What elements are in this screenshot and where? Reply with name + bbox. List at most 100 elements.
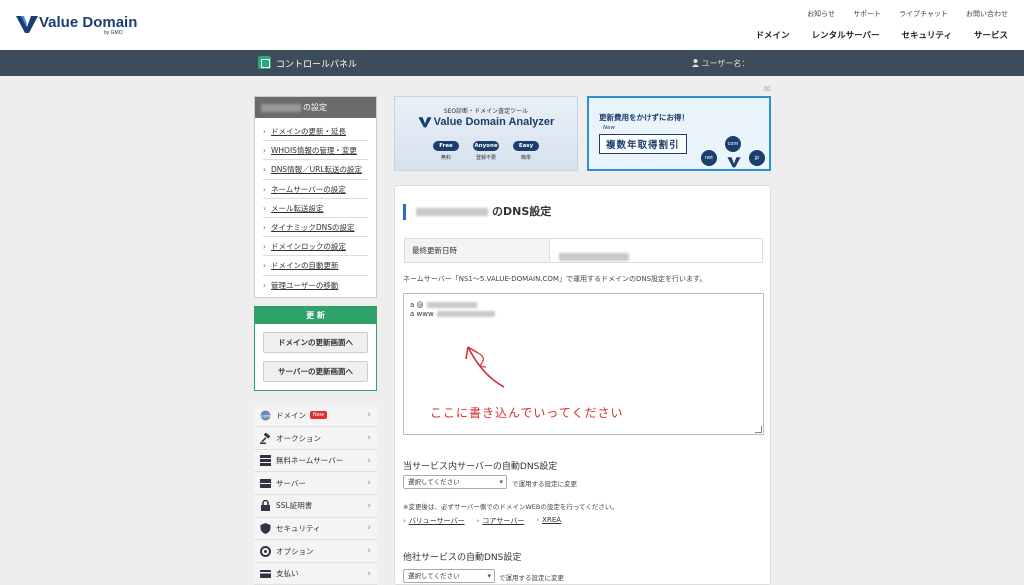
value-domain-logo-icon — [16, 16, 38, 33]
feature-anyone: Anyone 登録不要 — [473, 141, 499, 161]
dns-description: ネームサーバー「NS1～5.VALUE-DOMAIN.COM」で運用するドメイン… — [403, 275, 707, 283]
service-nav-security[interactable]: セキュリティ › — [254, 517, 377, 541]
site-header: Value Domain by GMO お知らせ サポート ライブチャット お問… — [0, 0, 1024, 50]
resize-grip-icon[interactable] — [755, 426, 762, 433]
dns-records-textarea[interactable]: a @ a www ここに書き込んでいってください — [403, 293, 764, 435]
domain-icon: com — [260, 410, 271, 421]
logo[interactable]: Value Domain by GMO — [16, 14, 137, 36]
util-link-live-chat[interactable]: ライブチャット — [899, 9, 948, 19]
link-value-server[interactable]: › バリューサーバー — [403, 516, 465, 526]
auto-dns-select[interactable]: 選択してください — [403, 475, 507, 489]
discount-banner-badge: 複数年取得割引 — [599, 134, 687, 154]
user-label-text: ユーザー名： — [701, 59, 750, 68]
link-domain-renewal[interactable]: ドメインの更新・延長 — [263, 122, 368, 142]
link-xrea[interactable]: › XREA — [536, 516, 561, 526]
value-domain-logo-icon — [727, 157, 741, 168]
card-icon — [260, 568, 271, 579]
gavel-icon — [260, 432, 271, 444]
link-text: バリューサーバー — [408, 517, 465, 525]
service-nav-domain[interactable]: com ドメイン New › — [254, 404, 377, 428]
change-note: ※変更後は、必ずサーバー側でのドメインWEBの設定を行ってください。 — [403, 503, 618, 511]
link-auto-renew[interactable]: ドメインの自動更新 — [263, 256, 368, 276]
update-box: 更 新 ドメインの更新画面へ サーバーの更新画面へ — [254, 305, 377, 391]
link-text: XREA — [542, 516, 562, 524]
arrow-icon: › — [403, 517, 406, 525]
link-core-server[interactable]: › コアサーバー — [477, 516, 525, 526]
feature-sub: 登録不要 — [475, 155, 496, 161]
handwritten-arrow-icon — [465, 346, 505, 388]
main-nav: ドメイン レンタルサーバー セキュリティ サービス — [756, 29, 1008, 41]
server-update-button[interactable]: サーバーの更新画面へ — [263, 360, 368, 382]
chevron-right-icon: › — [367, 568, 371, 579]
service-nav-server[interactable]: サーバー › — [254, 472, 377, 496]
control-panel-icon — [258, 56, 271, 69]
analyzer-banner-title: Value Domain Analyzer — [395, 116, 577, 128]
analyzer-banner[interactable]: SEO診断・ドメイン査定ツール Value Domain Analyzer Fr… — [394, 96, 578, 171]
discount-banner-line1: 更新費用をかけずにお得！ — [599, 113, 689, 122]
link-move-user[interactable]: 管理ユーザーの移動 — [263, 276, 368, 295]
other-dns-apply-label: で運用する設定に変更 — [499, 574, 564, 582]
domain-settings-links: ドメインの更新・延長 WHOIS情報の管理・変更 DNS情報／URL転送の設定 … — [255, 118, 376, 297]
service-nav-label: サーバー — [276, 478, 306, 488]
link-whois[interactable]: WHOIS情報の管理・変更 — [263, 141, 368, 161]
nav-security[interactable]: セキュリティ — [901, 29, 952, 41]
feature-pill: Anyone — [473, 141, 499, 151]
other-dns-title: 他社サービスの自動DNS設定 — [403, 553, 522, 563]
page-title: のDNS設定 — [403, 204, 551, 220]
service-nav-free-nameserver[interactable]: 無料ネームサーバー › — [254, 449, 377, 473]
util-link-news[interactable]: お知らせ — [807, 9, 835, 19]
util-link-support[interactable]: サポート — [853, 9, 881, 19]
link-mail-forward[interactable]: メール転送設定 — [263, 199, 368, 218]
util-link-contact[interactable]: お問い合わせ — [966, 9, 1008, 19]
dns-record-line: a www — [410, 309, 757, 318]
tld-circle-com: com — [725, 136, 741, 152]
analyzer-title-text: Value Domain Analyzer — [433, 116, 555, 128]
link-domain-lock[interactable]: ドメインロックの設定 — [263, 237, 368, 257]
service-nav-label: オークション — [276, 433, 321, 443]
link-dns-url-forward[interactable]: DNS情報／URL転送の設定 — [263, 160, 368, 180]
dns-settings-panel: のDNS設定 最終更新日時 ネームサーバー「NS1～5.VALUE-DOMAIN… — [394, 185, 771, 585]
nav-rental-server[interactable]: レンタルサーバー — [812, 29, 880, 41]
lock-icon — [260, 500, 271, 512]
logo-sub: by GMO — [104, 30, 123, 36]
nav-services[interactable]: サービス — [974, 29, 1008, 41]
other-dns-select[interactable]: 選択してください — [403, 569, 495, 583]
service-nav-label: セキュリティ — [276, 523, 321, 533]
close-icon[interactable]: ☒ — [764, 85, 770, 93]
update-title: 更 新 — [255, 306, 376, 324]
chevron-right-icon: › — [367, 478, 371, 489]
service-nav-payment[interactable]: 支払い › — [254, 562, 377, 585]
redacted-domain — [261, 103, 301, 112]
service-nav-ssl[interactable]: SSL証明書 › — [254, 495, 377, 518]
feature-sub: 無料 — [440, 155, 451, 161]
link-dynamic-dns[interactable]: ダイナミックDNSの設定 — [263, 218, 368, 238]
control-panel-bar: コントロールパネル ユーザー名： — [0, 50, 1024, 76]
multi-year-discount-banner[interactable]: 更新費用をかけずにお得！ New 複数年取得割引 com net jp — [587, 96, 771, 171]
redacted-domain — [416, 208, 488, 216]
tld-circle-jp: jp — [749, 150, 765, 166]
tld-circle-net: net — [701, 150, 717, 166]
service-nav-label: 無料ネームサーバー — [276, 456, 344, 466]
feature-free: Free 無料 — [433, 141, 459, 161]
analyzer-features: Free 無料 Anyone 登録不要 Easy 簡単 — [395, 141, 577, 161]
chevron-right-icon: › — [367, 455, 371, 466]
arrow-icon: › — [536, 516, 540, 524]
service-nav-label: SSL証明書 — [276, 501, 313, 511]
service-nav-label: ドメイン — [276, 410, 306, 420]
svg-text:com: com — [261, 414, 271, 419]
dns-record-line: a @ — [410, 300, 757, 309]
feature-pill: Free — [433, 141, 459, 151]
discount-banner-new: New — [603, 125, 615, 131]
control-panel-title[interactable]: コントロールパネル — [276, 57, 357, 70]
service-nav-option[interactable]: オプション › — [254, 540, 377, 563]
server-icon — [260, 478, 271, 489]
redacted-ip — [436, 310, 495, 317]
redacted-ip — [426, 301, 477, 308]
service-nav-auction[interactable]: オークション › — [254, 427, 377, 450]
last-updated-row: 最終更新日時 — [404, 238, 763, 263]
service-nav: com ドメイン New › オークション › 無料ネームサーバー › サーバー… — [254, 404, 377, 585]
domain-update-button[interactable]: ドメインの更新画面へ — [263, 331, 368, 353]
chevron-right-icon: › — [367, 523, 371, 534]
nav-domain[interactable]: ドメイン — [756, 29, 790, 41]
link-nameserver[interactable]: ネームサーバーの設定 — [263, 180, 368, 199]
